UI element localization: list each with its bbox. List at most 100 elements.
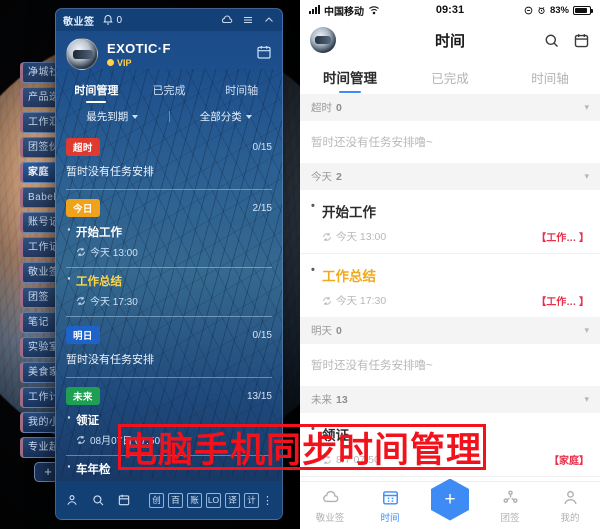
chevron-up-icon[interactable] — [263, 14, 275, 26]
filter-bar: 最先到期 全部分类 — [56, 103, 282, 131]
search-icon[interactable] — [91, 493, 105, 507]
chevron-down-icon: ▾ — [584, 325, 589, 335]
window-tab-0[interactable]: 时间管理 — [60, 78, 133, 103]
category-filter-label: 全部分类 — [199, 111, 242, 123]
battery-icon — [573, 5, 593, 15]
chevron-down-icon — [132, 114, 139, 119]
task-time: 今天 17:30 — [90, 297, 138, 308]
calendar-icon[interactable] — [573, 32, 590, 49]
task-group-header: 未来 13/15 — [66, 380, 272, 409]
task-title: 开始工作 — [66, 221, 272, 240]
task-group-header: 今日 2/15 — [66, 192, 272, 221]
tool-shortcut-icon[interactable]: LO — [206, 492, 221, 508]
divider — [66, 267, 272, 268]
nav-item-3[interactable]: 团签 — [480, 488, 540, 524]
section-count: 0 — [336, 324, 342, 337]
category-tag: 【工作… 】 — [536, 297, 589, 308]
calendar-icon[interactable] — [117, 493, 131, 507]
person-icon — [563, 490, 577, 504]
category-filter[interactable]: 全部分类 — [170, 109, 283, 124]
tool-shortcut-icon[interactable]: 译 — [225, 492, 240, 508]
group-icon — [502, 489, 518, 503]
task-time: 今天 13:00 — [336, 231, 387, 243]
tool-shortcut-icon[interactable]: 创 — [149, 492, 164, 508]
phone-tab-1[interactable]: 已完成 — [400, 60, 500, 94]
signal-icon — [309, 5, 320, 14]
task-title: 工作总结 — [311, 264, 589, 285]
battery-percent: 83% — [549, 4, 569, 16]
person-icon[interactable] — [65, 493, 79, 507]
repeat-icon — [77, 296, 85, 305]
phone-header: 时间 — [300, 20, 600, 60]
nav-item-label: 我的 — [560, 512, 580, 524]
divider — [66, 377, 272, 378]
cloud-icon[interactable] — [221, 14, 233, 26]
carrier-label: 中国移动 — [324, 6, 364, 18]
section-header[interactable]: 未来 13 ▾ — [300, 386, 600, 413]
menu-icon[interactable] — [242, 14, 254, 26]
sort-filter[interactable]: 最先到期 — [56, 109, 169, 124]
vip-badge: VIP — [107, 58, 171, 68]
task-row[interactable]: 工作总结今天 17:30 — [66, 270, 272, 314]
section-count: 0 — [336, 101, 342, 114]
task-meta: 今天 17:30 — [66, 293, 272, 308]
group-count: 2/15 — [252, 202, 272, 214]
task-group-header: 超时 0/15 — [66, 131, 272, 160]
section-header[interactable]: 明天 0 ▾ — [300, 317, 600, 344]
search-icon[interactable] — [543, 32, 560, 49]
tool-shortcut-icon[interactable]: 账 — [187, 492, 202, 508]
repeat-icon — [323, 296, 331, 305]
nav-item-1[interactable]: 时间 — [360, 488, 420, 524]
phone-tab-0[interactable]: 时间管理 — [300, 60, 400, 94]
chevron-down-icon: ▾ — [584, 394, 589, 404]
window-tab-2[interactable]: 时间轴 — [205, 78, 278, 103]
task-title: 开始工作 — [311, 200, 589, 221]
nav-item-0[interactable]: 敬业签 — [300, 488, 360, 524]
section-header[interactable]: 今天 2 ▾ — [300, 163, 600, 190]
empty-state-text: 暂时还没有任务安排噜~ — [311, 137, 433, 149]
vip-label: VIP — [117, 57, 132, 68]
tool-shortcut-icon[interactable]: 百 — [168, 492, 183, 508]
repeat-icon — [77, 247, 85, 256]
nav-item-4[interactable]: 我的 — [540, 488, 600, 524]
tool-shortcut-icon[interactable]: 计 — [244, 492, 259, 508]
repeat-icon — [323, 232, 331, 241]
nav-item-2[interactable]: + — [420, 478, 480, 527]
window-tab-1[interactable]: 已完成 — [133, 78, 206, 103]
cloud-note-icon — [322, 490, 338, 502]
empty-state-text: 暂时没有任务安排 — [66, 354, 154, 366]
phone-tab-2[interactable]: 时间轴 — [500, 60, 600, 94]
calendar-button[interactable] — [256, 44, 272, 65]
more-menu-button[interactable]: ⋮ — [262, 494, 273, 507]
bell-icon — [102, 14, 113, 25]
notification-count: 0 — [116, 14, 123, 26]
calendar-icon — [382, 490, 398, 505]
empty-state-text: 暂时没有任务安排 — [66, 166, 154, 178]
chevron-down-icon — [245, 114, 252, 119]
divider — [66, 189, 272, 190]
phone-bottom-nav: 敬业签 时间 + 团签 我的 — [300, 478, 600, 529]
category-tag: 【家庭】 — [549, 456, 589, 467]
task-row[interactable]: 开始工作今天 13:00 — [66, 221, 272, 265]
watermark: 电脑手机同步时间管理 — [118, 424, 486, 471]
section-count: 2 — [336, 170, 342, 183]
group-badge: 未来 — [66, 387, 100, 405]
wifi-icon — [369, 6, 379, 15]
notification-bell[interactable]: 0 — [102, 14, 123, 26]
profile-name: EXOTIC·F — [107, 40, 171, 56]
section-label: 明天 — [311, 325, 332, 337]
task-row[interactable]: 开始工作今天 13:00 【工作… 】 — [300, 190, 600, 253]
group-count: 0/15 — [252, 329, 272, 341]
window-tabs: 时间管理 已完成 时间轴 — [56, 74, 282, 103]
phone-status-bar: 中国移动 09:31 83% — [300, 0, 600, 20]
section-count: 13 — [336, 393, 348, 406]
divider — [66, 316, 272, 317]
section-header[interactable]: 超时 0 ▾ — [300, 94, 600, 121]
group-count: 13/15 — [246, 390, 272, 402]
window-titlebar: 敬业签 0 — [56, 9, 282, 31]
task-group-header: 明日 0/15 — [66, 319, 272, 348]
task-meta: 今天 13:00 — [66, 244, 272, 259]
add-button[interactable]: + — [431, 478, 469, 521]
avatar[interactable] — [66, 38, 98, 70]
task-row[interactable]: 工作总结今天 17:30 【工作… 】 — [300, 253, 600, 317]
